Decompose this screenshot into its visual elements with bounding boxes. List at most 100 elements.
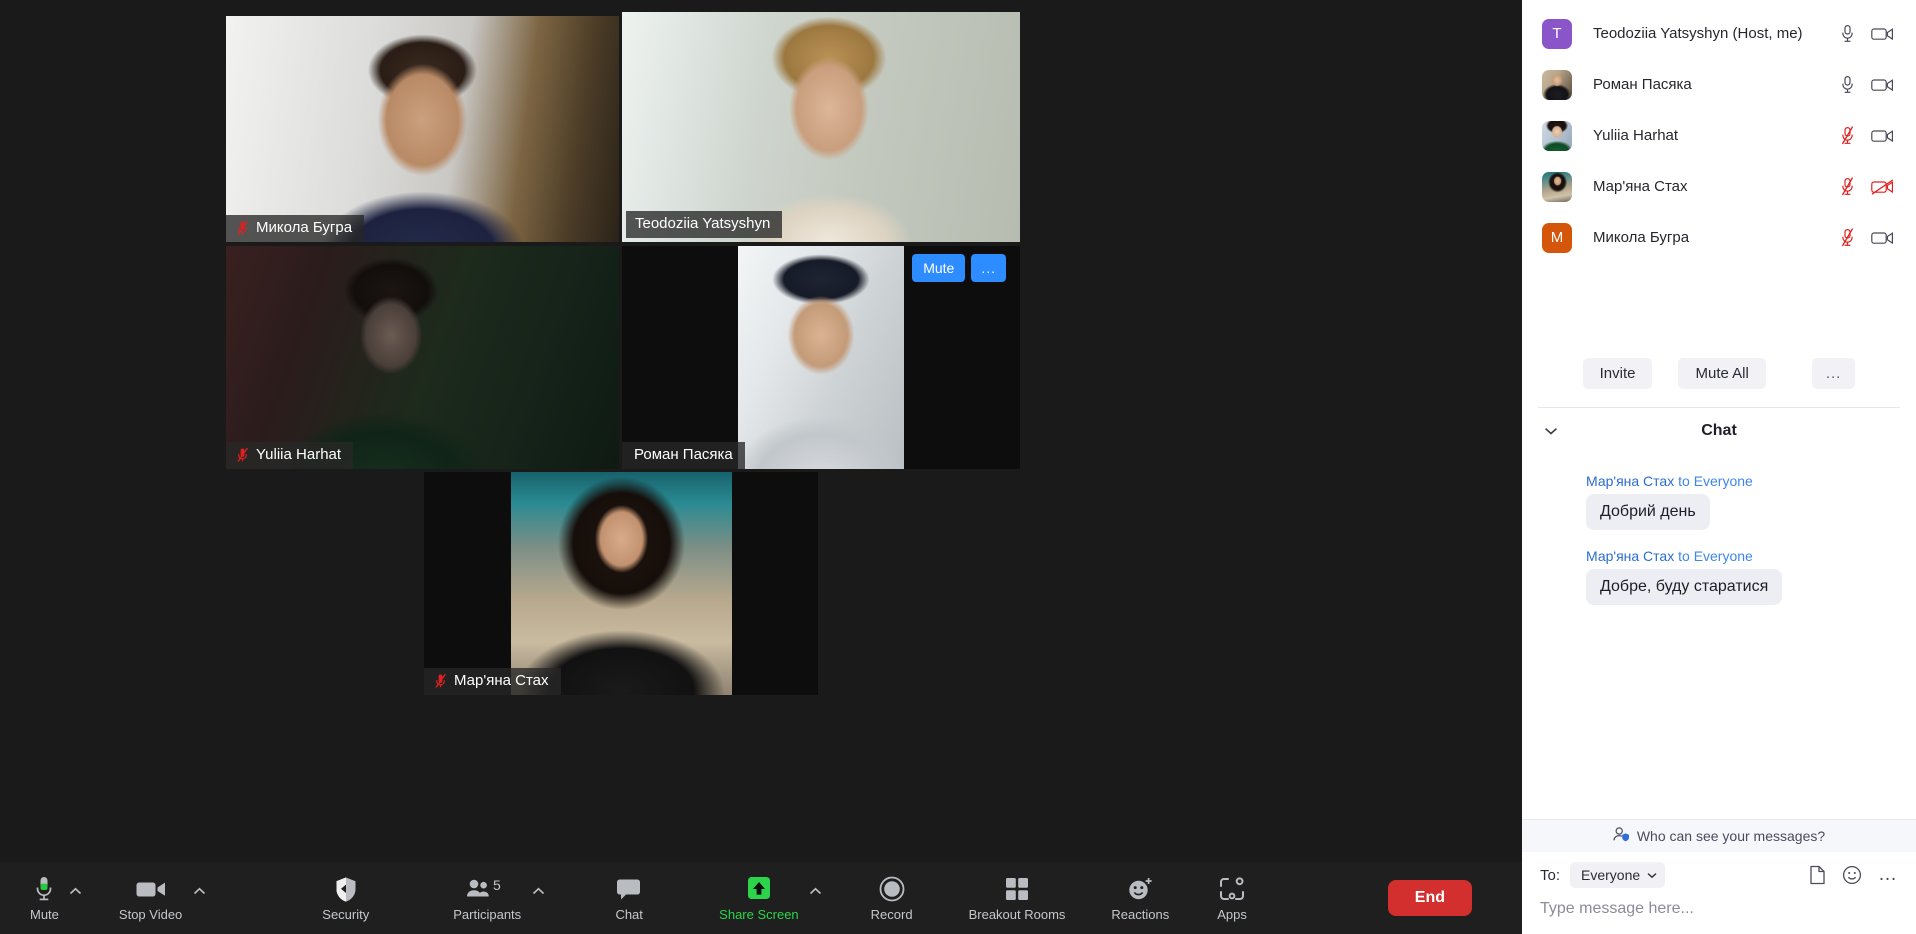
participants-options-caret[interactable] [527, 862, 549, 934]
profile-picture [511, 472, 732, 695]
mic-muted-icon [435, 673, 446, 688]
video-tile-teodoziia-yatsyshyn[interactable]: Teodoziia Yatsyshyn [622, 12, 1020, 242]
toolbar-reactions-button[interactable]: Reactions [1105, 862, 1175, 934]
apps-icon [1218, 874, 1246, 904]
camera-icon [135, 874, 167, 904]
participants-actions: Invite Mute All ... [1522, 344, 1916, 407]
chat-more-options-icon[interactable]: … [1878, 865, 1898, 884]
toolbar-stop-video-button[interactable]: Stop Video [113, 862, 188, 934]
audio-options-caret[interactable] [65, 862, 87, 934]
participants-list: T Teodoziia Yatsyshyn (Host, me) Роман П… [1522, 0, 1916, 263]
video-feed [622, 12, 1020, 242]
attach-file-icon[interactable] [1809, 865, 1826, 885]
participant-row-maryana[interactable]: Мар'яна Стах [1522, 161, 1916, 212]
chat-recipient-select[interactable]: Everyone [1570, 862, 1666, 888]
chat-message-list[interactable]: Мар'яна Стах to Everyone Добрий день Мар… [1522, 454, 1916, 819]
chat-sender-name: Мар'яна Стах [1586, 548, 1675, 564]
camera-icon[interactable] [1871, 77, 1894, 93]
toolbar-record-button[interactable]: Record [865, 862, 919, 934]
chat-message-input[interactable] [1540, 888, 1898, 922]
toolbar-mute-button[interactable]: Mute [24, 862, 65, 934]
video-tile-mykola-buhra[interactable]: Микола Бугра [226, 16, 619, 242]
microphone-icon[interactable] [1841, 75, 1854, 94]
camera-off-icon[interactable] [1871, 178, 1894, 195]
participant-name: Микола Бугра [1593, 229, 1690, 246]
participants-list-spacer [1522, 263, 1916, 344]
mute-all-button[interactable]: Mute All [1678, 358, 1766, 389]
avatar [1542, 120, 1572, 151]
toolbar-chat-button[interactable]: Chat [609, 862, 649, 934]
toolbar-chat-label: Chat [615, 907, 643, 922]
mic-muted-icon [237, 220, 248, 235]
video-tile-yuliia-harhat[interactable]: Yuliia Harhat [226, 246, 619, 469]
toolbar-participants-label: Participants [453, 907, 522, 922]
toolbar-reactions-label: Reactions [1111, 907, 1170, 922]
toolbar-apps-button[interactable]: Apps [1211, 862, 1253, 934]
share-options-caret[interactable] [805, 862, 827, 934]
participant-name: Yuliia Harhat [1593, 127, 1679, 144]
microphone-icon[interactable] [1841, 24, 1854, 43]
chevron-down-icon[interactable] [1544, 423, 1558, 440]
invite-button[interactable]: Invite [1582, 358, 1653, 389]
participants-count-text: 5 [493, 877, 501, 893]
chevron-up-icon [193, 887, 205, 894]
tile-name-badge: Роман Пасяка [622, 442, 745, 469]
chat-to-word: to [1678, 548, 1690, 564]
avatar [1542, 495, 1572, 525]
chevron-up-icon [70, 887, 82, 894]
participant-row-yuliia[interactable]: Yuliia Harhat [1522, 110, 1916, 161]
tile-more-button[interactable]: ... [971, 254, 1006, 282]
tile-name-badge: Teodoziia Yatsyshyn [626, 211, 783, 238]
toolbar-breakout-rooms-button[interactable]: Breakout Rooms [963, 862, 1072, 934]
toolbar-stop-video-label: Stop Video [118, 907, 183, 922]
participants-more-button[interactable]: ... [1811, 358, 1856, 389]
breakout-rooms-icon [1004, 874, 1030, 904]
zoom-meeting-window: Микола Бугра Teodoziia Yatsyshyn Yuliia … [0, 0, 1916, 934]
toolbar-mute-label: Mute [30, 907, 59, 922]
avatar [1542, 69, 1572, 100]
video-tile-roman-pasiaka[interactable]: Mute ... Роман Пасяка [622, 246, 1020, 469]
toolbar-share-screen-button[interactable]: Share Screen [713, 862, 805, 934]
chat-message: Мар'яна Стах to Everyone Добрий день [1522, 464, 1916, 539]
mic-muted-icon[interactable] [1841, 228, 1854, 247]
participant-row-roman[interactable]: Роман Пасяка [1522, 59, 1916, 110]
tile-name-badge: Микола Бугра [226, 215, 365, 242]
toolbar-record-label: Record [870, 907, 913, 922]
shield-icon [334, 874, 358, 904]
toolbar-security-button[interactable]: Security [316, 862, 375, 934]
toolbar-breakout-rooms-label: Breakout Rooms [968, 907, 1066, 922]
toolbar-participants-button[interactable]: 5 Participants [447, 862, 527, 934]
record-icon [878, 874, 906, 904]
video-feed [226, 16, 619, 242]
chat-title: Chat [1701, 422, 1737, 439]
mic-muted-icon[interactable] [1841, 126, 1854, 145]
tile-name-badge: Мар'яна Стах [424, 668, 561, 695]
mic-muted-icon[interactable] [1841, 177, 1854, 196]
emoji-icon[interactable] [1842, 865, 1862, 885]
reactions-icon [1126, 874, 1154, 904]
chat-message-body: Мар'яна Стах to Everyone Добре, буду ста… [1572, 548, 1783, 605]
chat-recipient: Everyone [1693, 548, 1753, 564]
chat-bubble-icon [615, 874, 643, 904]
video-options-caret[interactable] [188, 862, 210, 934]
tile-name-text: Мар'яна Стах [454, 672, 549, 689]
tile-mute-button[interactable]: Mute [912, 254, 966, 282]
video-tile-maryana-stakh[interactable]: Мар'яна Стах [424, 472, 818, 695]
participant-status-icons [1841, 228, 1894, 247]
camera-icon[interactable] [1871, 26, 1894, 42]
tile-name-text: Teodoziia Yatsyshyn [635, 215, 771, 232]
tile-name-text: Микола Бугра [256, 219, 353, 236]
who-can-see-messages-bar[interactable]: Who can see your messages? [1522, 819, 1916, 852]
tile-name-text: Роман Пасяка [634, 446, 733, 463]
participant-row-mykola[interactable]: M Микола Бугра [1522, 212, 1916, 263]
participant-status-icons [1841, 177, 1894, 196]
camera-icon[interactable] [1871, 128, 1894, 144]
chat-message-sender: Мар'яна Стах to Everyone [1586, 473, 1753, 489]
who-can-see-messages-text: Who can see your messages? [1636, 828, 1826, 844]
participant-row-teodoziia[interactable]: T Teodoziia Yatsyshyn (Host, me) [1522, 8, 1916, 59]
chat-recipient: Everyone [1693, 473, 1753, 489]
camera-icon[interactable] [1871, 230, 1894, 246]
video-feed [738, 246, 904, 469]
participant-name: Роман Пасяка [1593, 76, 1692, 93]
end-meeting-button[interactable]: End [1387, 880, 1472, 916]
